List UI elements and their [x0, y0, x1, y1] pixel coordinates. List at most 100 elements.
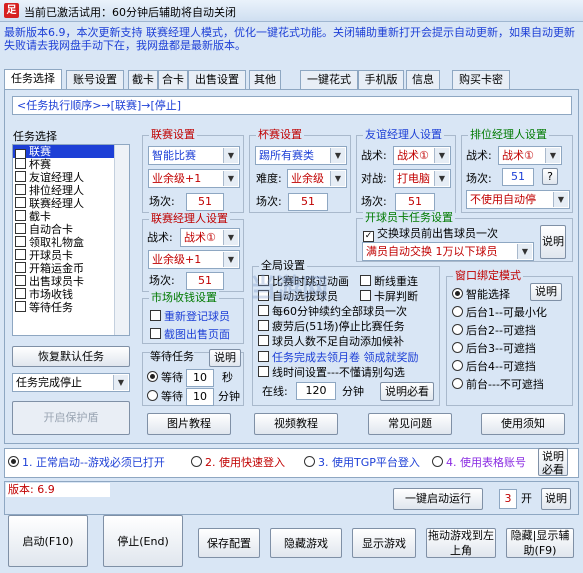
stop-button[interactable]: 停止(End): [103, 515, 183, 567]
hide-game-button[interactable]: 隐藏游戏: [270, 528, 342, 558]
startup-quick-login[interactable]: 2. 使用快速登入: [191, 456, 285, 470]
image-tutorial-button[interactable]: 图片教程: [147, 413, 231, 435]
list-item[interactable]: 自动合卡: [13, 223, 129, 236]
checkbox[interactable]: [258, 320, 269, 331]
bind-option-foreground[interactable]: 前台---不可遮挡: [452, 378, 544, 392]
start-button[interactable]: 启动(F10): [8, 515, 88, 567]
ranked-help-button[interactable]: ?: [542, 168, 558, 185]
wait-help-button[interactable]: 说明: [209, 349, 241, 367]
task-list-scrollbar[interactable]: [114, 145, 129, 335]
list-item[interactable]: 开球员卡: [13, 249, 129, 262]
radio[interactable]: [147, 390, 158, 401]
list-item[interactable]: 联赛经理人: [13, 197, 129, 210]
radio[interactable]: [452, 306, 463, 317]
list-item[interactable]: 友谊经理人: [13, 171, 129, 184]
tab-snipe[interactable]: 截卡: [128, 70, 158, 89]
tab-info[interactable]: 信息: [406, 70, 440, 89]
checkbox[interactable]: [15, 223, 26, 234]
cup-difficulty-select[interactable]: 业余级 ▼: [287, 169, 347, 188]
list-item[interactable]: 市场收钱: [13, 288, 129, 301]
market-relist[interactable]: 重新登记球员: [150, 310, 230, 324]
checkbox[interactable]: [150, 328, 161, 339]
league-level-select[interactable]: 业余级+1 ▼: [148, 169, 240, 188]
window-bind-help-button[interactable]: 说明: [530, 283, 562, 301]
online-minutes-input[interactable]: 120: [296, 382, 336, 400]
tab-task-select[interactable]: 任务选择: [4, 69, 62, 90]
bind-option-bg2[interactable]: 后台2--可遮挡: [452, 324, 536, 338]
checkbox[interactable]: [15, 262, 26, 273]
global-online-time[interactable]: 线时间设置---不懂请别勾选: [258, 366, 405, 380]
global-fatigue-stop[interactable]: 疲劳后(51场)停止比赛任务: [258, 320, 405, 334]
list-item[interactable]: 排位经理人: [13, 184, 129, 197]
checkbox[interactable]: [15, 210, 26, 221]
checkbox[interactable]: [15, 275, 26, 286]
list-item[interactable]: 等待任务: [13, 301, 129, 314]
pack-swap-mode-select[interactable]: 满员自动交换 1万以下球员 ▼: [362, 242, 534, 261]
checkbox[interactable]: [15, 197, 26, 208]
radio[interactable]: [452, 378, 463, 389]
radio[interactable]: [147, 371, 158, 382]
ranked-tactic-select[interactable]: 战术① ▼: [498, 146, 562, 165]
startup-tgp-login[interactable]: 3. 使用TGP平台登入: [304, 456, 420, 470]
cup-mode-select[interactable]: 踢所有赛类 ▼: [255, 146, 347, 165]
pack-swap-checkbox[interactable]: ✓ 交换球员前出售球员一次: [363, 227, 498, 242]
save-config-button[interactable]: 保存配置: [198, 528, 260, 558]
startup-sheet-account[interactable]: 4. 使用表格账号: [432, 456, 526, 470]
checkbox[interactable]: [258, 335, 269, 346]
global-must-read-button[interactable]: 说明必看: [380, 382, 434, 401]
radio[interactable]: [452, 324, 463, 335]
list-item[interactable]: 截卡: [13, 210, 129, 223]
bind-option-bg4[interactable]: 后台4--可遮挡: [452, 360, 536, 374]
checkbox[interactable]: [15, 288, 26, 299]
radio[interactable]: [452, 342, 463, 353]
radio[interactable]: [191, 456, 202, 467]
wait-seconds-input[interactable]: 10: [186, 369, 214, 387]
league-games-input[interactable]: 51: [186, 193, 224, 211]
list-item[interactable]: 开箱运金币: [13, 262, 129, 275]
bind-option-bg1[interactable]: 后台1--可最小化: [452, 306, 547, 320]
tab-merge[interactable]: 合卡: [158, 70, 188, 89]
radio[interactable]: [452, 360, 463, 371]
radio[interactable]: [452, 288, 463, 299]
checkbox[interactable]: [15, 236, 26, 247]
video-tutorial-button[interactable]: 视频教程: [254, 413, 338, 435]
tab-account[interactable]: 账号设置: [66, 70, 124, 89]
list-item[interactable]: 出售球员卡: [13, 275, 129, 288]
restore-default-button[interactable]: 恢复默认任务: [12, 346, 130, 367]
toggle-helper-button[interactable]: 隐藏|显示辅助(F9): [506, 528, 574, 558]
checkbox[interactable]: [150, 310, 161, 321]
lm-level-select[interactable]: 业余级+1 ▼: [148, 250, 240, 269]
task-list[interactable]: ✓ 联赛 杯赛 友谊经理人 排位经理人 联赛经理人 截卡 自动合卡 领取礼物盒 开…: [12, 144, 130, 336]
ranked-games-input[interactable]: 51: [502, 168, 534, 186]
tab-sell[interactable]: 出售设置: [188, 70, 246, 89]
list-item[interactable]: 领取礼物盒: [13, 236, 129, 249]
wait-option-seconds[interactable]: 等待: [147, 371, 183, 385]
cup-games-input[interactable]: 51: [288, 193, 328, 211]
wait-minutes-input[interactable]: 10: [186, 388, 214, 406]
lm-games-input[interactable]: 51: [186, 272, 224, 290]
friendly-opponent-select[interactable]: 打电脑 ▼: [393, 169, 451, 188]
tab-mobile[interactable]: 手机版: [358, 70, 404, 89]
global-claim-rewards[interactable]: 任务完成去领月卷 领成就奖励: [258, 351, 419, 365]
tab-one-click-skill[interactable]: 一键花式: [300, 70, 358, 89]
radio[interactable]: [432, 456, 443, 467]
move-game-topleft-button[interactable]: 拖动游戏到左上角: [426, 528, 496, 558]
lm-tactic-select[interactable]: 战术① ▼: [180, 228, 240, 247]
guard-button[interactable]: 开启保护盾: [12, 401, 130, 435]
show-game-button[interactable]: 显示游戏: [352, 528, 416, 558]
ranked-auto-stop-select[interactable]: 不使用自动停 ▼: [466, 190, 570, 209]
friendly-tactic-select[interactable]: 战术① ▼: [393, 146, 451, 165]
tab-buy-key[interactable]: 购买卡密: [452, 70, 510, 89]
market-screenshot[interactable]: 截图出售页面: [150, 328, 230, 342]
usage-notice-button[interactable]: 使用须知: [481, 413, 565, 435]
checkbox[interactable]: ✓: [363, 231, 374, 242]
friendly-games-input[interactable]: 51: [395, 193, 435, 211]
one-click-help-button[interactable]: 说明: [541, 488, 571, 510]
one-click-count-input[interactable]: 3: [499, 489, 517, 509]
wait-option-minutes[interactable]: 等待: [147, 390, 183, 404]
global-auto-bench[interactable]: 球员人数不足自动添加候补: [258, 335, 404, 349]
after-complete-select[interactable]: 任务完成停止 ▼: [12, 373, 130, 392]
checkbox[interactable]: [258, 351, 269, 362]
checkbox[interactable]: [15, 249, 26, 260]
bind-option-smart[interactable]: 智能选择: [452, 288, 510, 302]
